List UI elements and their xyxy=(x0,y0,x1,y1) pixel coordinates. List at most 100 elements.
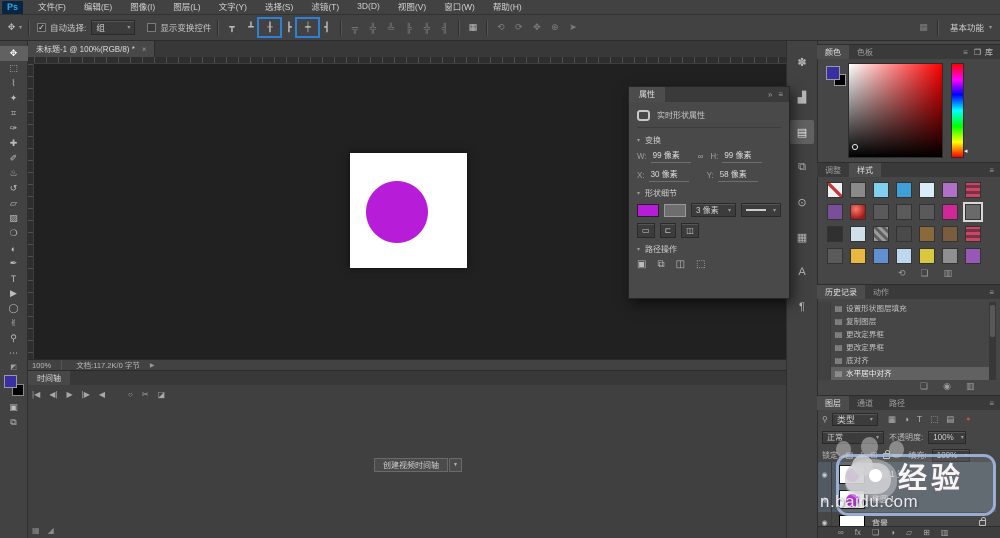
color-panel-foreground-swatch[interactable] xyxy=(826,66,840,80)
tab-properties[interactable]: 属性 xyxy=(629,87,665,102)
history-brush-tool[interactable]: ↺ xyxy=(0,181,28,196)
close-icon[interactable]: × xyxy=(142,45,147,54)
history-state-selected[interactable]: ▤水平居中对齐 xyxy=(818,367,989,380)
render-button[interactable]: ○ xyxy=(128,390,133,399)
x-field[interactable]: 30 像素 xyxy=(649,169,689,182)
menu-item[interactable]: 图像(I) xyxy=(121,1,164,13)
new-document-from-state-button[interactable]: ❏ xyxy=(920,381,928,392)
section-transform[interactable]: ▾ 变换 xyxy=(637,135,781,146)
paragraph-panel-icon[interactable]: ¶ xyxy=(790,295,814,319)
menu-item[interactable]: 图层(L) xyxy=(164,1,209,13)
align-left-edges-button[interactable]: ┣ xyxy=(281,22,296,33)
document-canvas[interactable] xyxy=(350,153,467,268)
auto-align-layers-button[interactable]: ▦ xyxy=(465,22,480,33)
filter-shape-layers-icon[interactable]: ⬚ xyxy=(930,414,938,425)
zoom-level[interactable]: 100% xyxy=(32,361,51,370)
resize-handle-icon[interactable]: ◢ xyxy=(48,526,54,535)
show-transform-checkbox[interactable] xyxy=(147,23,156,32)
hand-tool[interactable]: ✌ xyxy=(0,316,28,331)
new-snapshot-button[interactable]: ◉ xyxy=(943,381,951,392)
tab-channels[interactable]: 通道 xyxy=(849,396,881,410)
stroke-style-dropdown[interactable]: ▾ xyxy=(741,203,781,217)
color-swatches[interactable] xyxy=(4,375,24,396)
color-picker-marker[interactable] xyxy=(852,144,858,150)
style-swatch[interactable] xyxy=(896,226,912,242)
style-swatch[interactable] xyxy=(919,226,935,242)
section-shape-details[interactable]: ▾ 形状细节 xyxy=(637,188,781,199)
history-source-slot[interactable] xyxy=(818,302,831,315)
add-mask-button[interactable]: ❏ xyxy=(872,528,879,537)
layer-filter-dropdown[interactable]: 类型 ▾ xyxy=(832,413,878,426)
panel-menu-icon[interactable]: ≡ xyxy=(957,45,974,59)
filter-pixel-layers-icon[interactable]: ▦ xyxy=(888,414,896,425)
3d-scale-icon[interactable]: ➤ xyxy=(565,22,580,33)
history-state[interactable]: ▤更改定界框 xyxy=(818,328,989,341)
style-swatch[interactable] xyxy=(850,182,866,198)
menu-item[interactable]: 文件(F) xyxy=(29,1,75,13)
character-panel-icon[interactable]: A xyxy=(790,260,814,284)
default-colors-icon[interactable]: ◩ xyxy=(10,363,17,371)
history-source-slot[interactable] xyxy=(818,367,831,380)
distribute-left-edges-button[interactable]: ╠ xyxy=(401,23,416,33)
stroke-cap-select[interactable]: ⊏ xyxy=(660,223,677,238)
filter-type-layers-icon[interactable]: T xyxy=(917,414,922,425)
style-swatch[interactable] xyxy=(873,248,889,264)
clone-stamp-tool[interactable]: ♨ xyxy=(0,166,28,181)
panel-menu-icon[interactable]: ≡ xyxy=(983,285,1000,299)
tab-history[interactable]: 历史记录 xyxy=(817,285,865,299)
distribute-right-edges-button[interactable]: ╣ xyxy=(437,23,452,33)
link-dimensions-icon[interactable]: ∞ xyxy=(698,152,704,161)
screen-mode-button[interactable]: ⧉ xyxy=(0,415,28,430)
menu-item[interactable]: 帮助(H) xyxy=(484,1,531,13)
workspace-grid-icon[interactable]: ▦ xyxy=(916,22,931,33)
3d-slide-icon[interactable]: ⊕ xyxy=(547,22,562,33)
move-tool[interactable]: ✥ xyxy=(0,46,28,61)
stroke-color-swatch[interactable] xyxy=(664,204,686,217)
new-style-button[interactable]: ❏ xyxy=(921,268,929,279)
timeline-type-caret[interactable]: ▼ xyxy=(449,458,462,472)
eraser-tool[interactable]: ▱ xyxy=(0,196,28,211)
menu-item[interactable]: 滤镜(T) xyxy=(302,1,348,13)
auto-select-checkbox[interactable]: ✓ xyxy=(37,23,46,32)
style-swatch[interactable] xyxy=(850,248,866,264)
style-swatch[interactable] xyxy=(919,204,935,220)
create-video-timeline-button[interactable]: 创建视频时间轴 xyxy=(374,458,448,472)
play-button[interactable]: ▶ xyxy=(66,390,72,399)
stroke-corner-select[interactable]: ◫ xyxy=(681,223,699,238)
tab-actions[interactable]: 动作 xyxy=(865,285,897,299)
style-swatch[interactable] xyxy=(827,226,843,242)
zoom-tool[interactable]: ⚲ xyxy=(0,331,28,346)
mute-button[interactable]: ◀ xyxy=(99,390,105,399)
tab-styles[interactable]: 样式 xyxy=(849,163,881,177)
style-swatch[interactable] xyxy=(942,248,958,264)
auto-select-dropdown[interactable]: 组 ▾ xyxy=(91,20,135,35)
style-swatch-selected[interactable] xyxy=(965,204,981,220)
width-field[interactable]: 99 像素 xyxy=(651,150,691,163)
clear-style-button[interactable]: ⟲ xyxy=(898,268,906,279)
align-top-edges-button[interactable]: ┳ xyxy=(224,22,239,33)
style-swatch[interactable] xyxy=(850,226,866,242)
healing-brush-tool[interactable]: ✚ xyxy=(0,136,28,151)
history-source-slot[interactable] xyxy=(818,341,831,354)
panel-menu-icon[interactable]: ≡ xyxy=(983,396,1000,410)
style-swatch[interactable] xyxy=(942,204,958,220)
frame-animation-icon[interactable]: ▦ xyxy=(32,526,40,535)
new-group-button[interactable]: ▱ xyxy=(906,528,912,537)
filter-toggle-icon[interactable]: ● xyxy=(966,416,970,423)
status-arrow-icon[interactable]: ▶ xyxy=(150,362,155,369)
style-swatch[interactable] xyxy=(942,182,958,198)
transition-button[interactable]: ◪ xyxy=(158,390,166,399)
distribute-vertical-centers-button[interactable]: ╬ xyxy=(365,23,380,33)
style-swatch[interactable] xyxy=(919,248,935,264)
style-swatch[interactable] xyxy=(873,226,889,242)
split-clip-button[interactable]: ✂ xyxy=(142,390,149,399)
hue-slider-marker[interactable]: ◂ xyxy=(964,147,968,155)
style-swatch[interactable] xyxy=(873,204,889,220)
quick-selection-tool[interactable]: ✦ xyxy=(0,91,28,106)
align-vertical-centers-button[interactable]: ╂ xyxy=(262,22,277,33)
style-swatch[interactable] xyxy=(896,182,912,198)
brush-tool[interactable]: ✐ xyxy=(0,151,28,166)
opacity-dropdown[interactable]: 100% ▾ xyxy=(928,431,966,444)
delete-style-button[interactable]: ▥ xyxy=(944,268,953,279)
blur-tool[interactable]: ❍ xyxy=(0,226,28,241)
